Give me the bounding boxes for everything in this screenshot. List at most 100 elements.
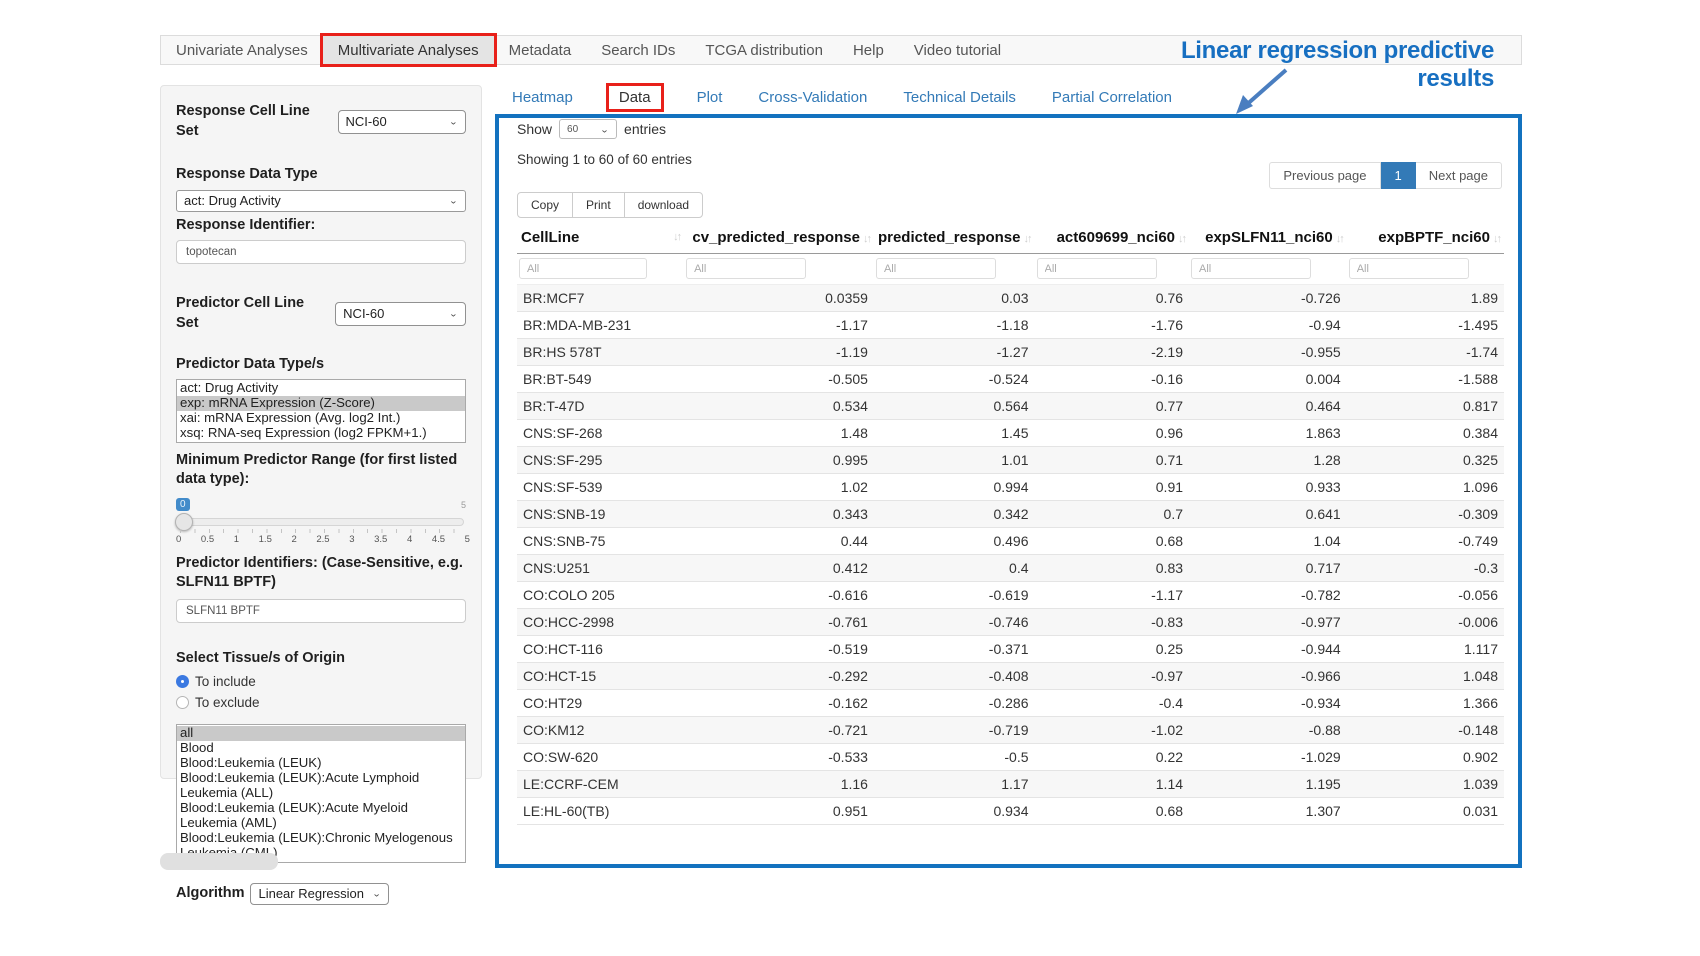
table-row: CO:HT29-0.162-0.286-0.4-0.9341.366: [517, 690, 1504, 717]
cellline-cell: CO:HCT-15: [517, 663, 684, 690]
response-data-type-select[interactable]: act: Drug Activity ⌄: [176, 190, 466, 212]
listbox-option-exp-mrna-expression-z-score[interactable]: exp: mRNA Expression (Z-Score): [177, 396, 465, 411]
slider-track[interactable]: [178, 518, 464, 526]
entries-select[interactable]: 60 ⌄: [559, 119, 617, 139]
slider-tick-0-5: 0.5: [201, 534, 214, 545]
filter-input-act609699-nci60[interactable]: [1037, 258, 1157, 279]
annotation-text: Linear regression predictive results: [1098, 37, 1494, 93]
sort-icon[interactable]: ↓↑: [673, 231, 680, 243]
listbox-option-act-drug-activity[interactable]: act: Drug Activity: [177, 381, 465, 396]
value-cell: -0.749: [1347, 528, 1504, 555]
nav-item-video-tutorial[interactable]: Video tutorial: [899, 36, 1016, 64]
value-cell: -0.719: [874, 717, 1035, 744]
tab-heatmap[interactable]: Heatmap: [512, 89, 573, 106]
value-cell: 1.45: [874, 420, 1035, 447]
value-cell: 0.96: [1035, 420, 1190, 447]
radio-label: To include: [195, 674, 256, 689]
value-cell: 0.004: [1189, 366, 1347, 393]
page-1-button[interactable]: 1: [1381, 162, 1416, 189]
filter-input-cv-predicted-response[interactable]: [686, 258, 806, 279]
copy-button[interactable]: Copy: [517, 192, 573, 218]
bottom-left-fragment: [160, 853, 278, 870]
value-cell: 0.343: [684, 501, 874, 528]
table-row: CNS:SNB-750.440.4960.681.04-0.749: [517, 528, 1504, 555]
listbox-option-xsq-rna-seq-expression-log2-fpkm-1[interactable]: xsq: RNA-seq Expression (log2 FPKM+1.): [177, 426, 465, 441]
value-cell: 0.76: [1035, 285, 1190, 312]
export-button-group: CopyPrintdownload: [517, 192, 703, 218]
value-cell: 0.91: [1035, 474, 1190, 501]
previous-page-button[interactable]: Previous page: [1269, 162, 1380, 189]
filter-input-predicted-response[interactable]: [876, 258, 996, 279]
value-cell: 0.717: [1189, 555, 1347, 582]
response-cell-line-set-select[interactable]: NCI-60 ⌄: [338, 110, 466, 134]
nav-item-metadata[interactable]: Metadata: [494, 36, 587, 64]
cellline-cell: CO:HCC-2998: [517, 609, 684, 636]
tab-plot[interactable]: Plot: [697, 89, 723, 106]
radio-to-include[interactable]: To include: [176, 674, 466, 689]
value-cell: -0.524: [874, 366, 1035, 393]
filter-input-expbptf-nci60[interactable]: [1349, 258, 1469, 279]
value-cell: 0.0359: [684, 285, 874, 312]
predictor-data-types-label: Predictor Data Type/s: [176, 355, 466, 375]
print-button[interactable]: Print: [572, 192, 625, 218]
filter-input-cellline[interactable]: [519, 258, 647, 279]
nav-item-help[interactable]: Help: [838, 36, 899, 64]
table-row: CO:HCT-15-0.292-0.408-0.97-0.9661.048: [517, 663, 1504, 690]
tissue-origin-label: Select Tissue/s of Origin: [176, 649, 466, 669]
listbox-option-blood[interactable]: Blood: [177, 741, 465, 756]
chevron-down-icon: ⌄: [449, 116, 458, 126]
column-header-act609699-nci60[interactable]: act609699_nci60↓↑: [1035, 222, 1190, 254]
value-cell: -0.519: [684, 636, 874, 663]
show-label: Show: [517, 121, 552, 137]
cellline-cell: BR:T-47D: [517, 393, 684, 420]
response-identifier-input[interactable]: [176, 240, 466, 264]
sort-icon[interactable]: ↓↑: [1024, 233, 1031, 245]
nav-item-multivariate-analyses[interactable]: Multivariate Analyses: [323, 36, 494, 64]
nav-item-tcga-distribution[interactable]: TCGA distribution: [690, 36, 838, 64]
sort-icon[interactable]: ↓↑: [1178, 233, 1185, 245]
min-predictor-range-slider[interactable]: 0 5 00.511.522.533.544.55: [176, 498, 466, 544]
sort-icon[interactable]: ↓↑: [1336, 233, 1343, 245]
sort-icon[interactable]: ↓↑: [1493, 233, 1500, 245]
column-header-cv-predicted-response[interactable]: cv_predicted_response↓↑: [684, 222, 874, 254]
tab-technical-details[interactable]: Technical Details: [903, 89, 1016, 106]
listbox-option-all[interactable]: all: [177, 726, 465, 741]
algorithm-select[interactable]: Linear Regression ⌄: [250, 883, 389, 905]
tab-data[interactable]: Data: [609, 86, 661, 109]
column-header-predicted-response[interactable]: predicted_response↓↑: [874, 222, 1035, 254]
value-cell: 0.951: [684, 798, 874, 825]
column-header-cellline[interactable]: CellLine↓↑: [517, 222, 684, 254]
radio-dot-icon: [176, 696, 189, 709]
table-row: CO:COLO 205-0.616-0.619-1.17-0.782-0.056: [517, 582, 1504, 609]
nav-item-search-ids[interactable]: Search IDs: [586, 36, 690, 64]
value-cell: -1.76: [1035, 312, 1190, 339]
nav-item-univariate-analyses[interactable]: Univariate Analyses: [161, 36, 323, 64]
listbox-option-blood-leukemia-leuk-acute-myeloid-leukemia-aml[interactable]: Blood:Leukemia (LEUK):Acute Myeloid Leuk…: [177, 801, 465, 831]
value-cell: -1.588: [1347, 366, 1504, 393]
column-header-expbptf-nci60[interactable]: expBPTF_nci60↓↑: [1347, 222, 1504, 254]
table-row: CO:HCT-116-0.519-0.3710.25-0.9441.117: [517, 636, 1504, 663]
listbox-option-xai-mrna-expression-avg-log2-int[interactable]: xai: mRNA Expression (Avg. log2 Int.): [177, 411, 465, 426]
value-cell: 0.534: [684, 393, 874, 420]
value-cell: 0.71: [1035, 447, 1190, 474]
value-cell: 0.4: [874, 555, 1035, 582]
predictor-cell-line-set-select[interactable]: NCI-60 ⌄: [335, 302, 466, 326]
listbox-option-blood-leukemia-leuk-acute-lymphoid-leukemia-all[interactable]: Blood:Leukemia (LEUK):Acute Lymphoid Leu…: [177, 771, 465, 801]
value-cell: 1.195: [1189, 771, 1347, 798]
value-cell: -0.761: [684, 609, 874, 636]
filter-cell-expslfn11-nci60: [1189, 254, 1347, 285]
listbox-option-blood-leukemia-leuk[interactable]: Blood:Leukemia (LEUK): [177, 756, 465, 771]
value-cell: 1.04: [1189, 528, 1347, 555]
radio-to-exclude[interactable]: To exclude: [176, 695, 466, 710]
next-page-button[interactable]: Next page: [1416, 162, 1502, 189]
download-button[interactable]: download: [624, 192, 703, 218]
value-cell: 0.25: [1035, 636, 1190, 663]
filter-input-expslfn11-nci60[interactable]: [1191, 258, 1311, 279]
column-header-expslfn11-nci60[interactable]: expSLFN11_nci60↓↑: [1189, 222, 1347, 254]
predictor-identifiers-input[interactable]: [176, 599, 466, 623]
tab-cross-validation[interactable]: Cross-Validation: [758, 89, 867, 106]
sort-icon[interactable]: ↓↑: [863, 233, 870, 245]
down-left-arrow-icon: [1228, 64, 1294, 118]
value-cell: 0.83: [1035, 555, 1190, 582]
value-cell: 0.995: [684, 447, 874, 474]
